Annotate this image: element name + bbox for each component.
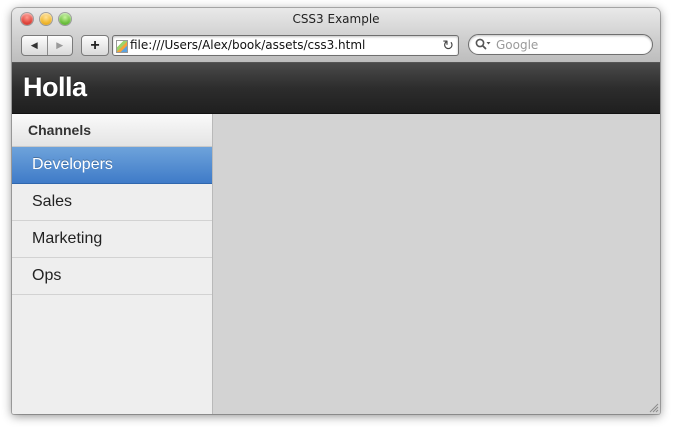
channel-item-developers[interactable]: Developers [12,147,212,184]
channel-item-ops[interactable]: Ops [12,258,212,295]
forward-arrow-icon: ▶ [56,40,64,50]
main-content [213,114,660,414]
resize-grip-icon[interactable] [647,401,659,413]
browser-toolbar: CSS3 Example ◀ ▶ + file:///Users/Alex/bo… [12,8,660,63]
channels-sidebar: Channels Developers Sales Marketing Ops [12,114,213,414]
channel-item-sales[interactable]: Sales [12,184,212,221]
back-arrow-icon: ◀ [30,40,38,50]
history-nav: ◀ ▶ [21,35,73,56]
channel-item-marketing[interactable]: Marketing [12,221,212,258]
browser-window: CSS3 Example ◀ ▶ + file:///Users/Alex/bo… [12,8,660,414]
app-title: Holla [23,72,87,102]
search-placeholder: Google [496,38,539,52]
back-button[interactable]: ◀ [22,36,47,55]
window-title: CSS3 Example [292,12,380,26]
search-icon [475,38,491,50]
url-text: file:///Users/Alex/book/assets/css3.html [130,38,366,52]
search-field[interactable]: Google [468,34,653,55]
sidebar-header: Channels [12,114,212,147]
add-bookmark-button[interactable]: + [81,35,109,56]
forward-button[interactable]: ▶ [46,36,73,55]
reload-icon: ↻ [442,37,454,53]
app-header: Holla [12,63,660,114]
address-bar[interactable]: file:///Users/Alex/book/assets/css3.html… [112,35,459,56]
page-favicon-icon [116,40,128,53]
reload-button[interactable]: ↻ [442,37,454,54]
